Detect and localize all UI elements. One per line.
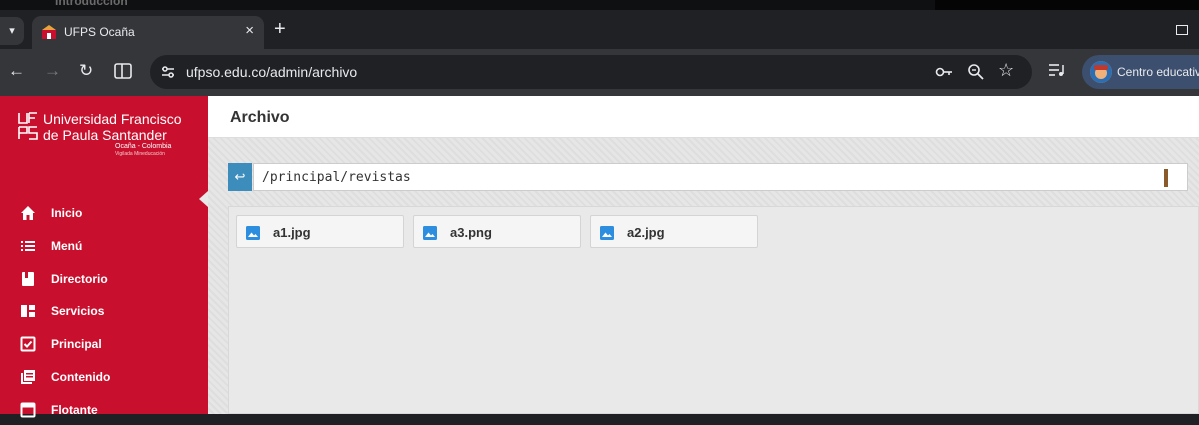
logo-line-4: Vigilada Mineducación	[115, 151, 165, 157]
tab-strip: ▾ UFPS Ocaña × +	[0, 10, 1199, 49]
library-icon	[21, 370, 35, 384]
sidebar: Universidad Francisco de Paula Santander…	[0, 96, 208, 418]
close-icon[interactable]: ×	[245, 22, 254, 39]
university-favicon	[42, 25, 56, 39]
checkbox-icon	[20, 336, 36, 352]
file-item[interactable]: a3.png	[413, 215, 581, 248]
maximize-icon[interactable]	[1176, 25, 1188, 35]
university-logo[interactable]: Universidad Francisco de Paula Santander…	[17, 111, 197, 159]
forward-icon[interactable]: →	[44, 61, 61, 81]
file-name: a1.jpg	[273, 225, 311, 240]
sidebar-item-label: Menú	[51, 239, 83, 253]
back-icon[interactable]: ←	[8, 61, 25, 81]
background-window-strip: Introducción	[0, 0, 1199, 10]
sidebar-item-label: Principal	[51, 337, 102, 351]
main-content: Archivo ↩ a1.jpg a3.png a2.jpg	[208, 96, 1199, 414]
sidebar-item-menu[interactable]: Menú	[0, 231, 208, 261]
file-item[interactable]: a2.jpg	[590, 215, 758, 248]
tab-active[interactable]: UFPS Ocaña ×	[32, 16, 264, 49]
reload-icon[interactable]: ↻	[79, 61, 93, 81]
return-button[interactable]: ↩	[228, 163, 252, 191]
sidebar-item-directorio[interactable]: Directorio	[0, 264, 208, 294]
sidebar-item-flotante[interactable]: Flotante	[0, 395, 208, 425]
profile-button[interactable]: Centro educativ	[1082, 55, 1199, 89]
page-title: Archivo	[230, 109, 290, 126]
plus-icon[interactable]: +	[274, 18, 286, 41]
url-text: ufpso.edu.co/admin/archivo	[186, 64, 358, 80]
image-icon	[600, 226, 614, 240]
path-input[interactable]	[253, 163, 1188, 191]
image-icon	[423, 226, 437, 240]
tab-title: UFPS Ocaña	[64, 25, 135, 39]
key-icon[interactable]	[934, 62, 954, 82]
sidebar-item-label: Contenido	[51, 370, 111, 384]
page-header: Archivo	[208, 96, 1199, 138]
media-queue-icon[interactable]	[1048, 62, 1066, 78]
tab-search-icon[interactable]: ▾	[0, 17, 24, 45]
sidebar-item-label: Directorio	[51, 272, 108, 286]
split-view-icon[interactable]	[114, 63, 132, 79]
sidebar-item-label: Flotante	[51, 403, 98, 417]
star-icon[interactable]: ☆	[998, 60, 1018, 80]
logo-line-2: de Paula Santander	[43, 127, 167, 143]
file-list: a1.jpg a3.png a2.jpg	[228, 206, 1199, 414]
file-name: a2.jpg	[627, 225, 665, 240]
profile-label: Centro educativ	[1117, 65, 1199, 79]
background-window-dark	[935, 0, 1199, 10]
image-icon	[246, 226, 260, 240]
book-icon	[22, 272, 34, 286]
sidebar-item-label: Servicios	[51, 304, 105, 318]
dashboard-icon	[21, 305, 35, 317]
file-item[interactable]: a1.jpg	[236, 215, 404, 248]
sidebar-item-principal[interactable]: Principal	[0, 329, 208, 359]
logo-line-3: Ocaña - Colombia	[115, 143, 172, 150]
window-icon	[20, 402, 36, 418]
file-name: a3.png	[450, 225, 492, 240]
browser-toolbar: ← → ↻ ufpso.edu.co/admin/archivo ☆ Centr…	[0, 49, 1199, 96]
path-bar: ↩	[228, 163, 1188, 191]
avatar	[1090, 61, 1112, 83]
sidebar-item-inicio[interactable]: Inicio	[0, 198, 208, 228]
address-bar[interactable]: ufpso.edu.co/admin/archivo ☆	[150, 55, 1032, 89]
sidebar-item-label: Inicio	[51, 206, 83, 220]
sidebar-item-servicios[interactable]: Servicios	[0, 296, 208, 326]
zoom-icon[interactable]	[966, 62, 986, 82]
logo-line-1: Universidad Francisco	[43, 111, 182, 127]
list-icon	[21, 241, 35, 251]
background-window-text: Introducción	[55, 0, 128, 8]
sidebar-item-contenido[interactable]: Contenido	[0, 362, 208, 392]
path-bar-edge	[1164, 169, 1168, 187]
home-icon	[21, 206, 35, 220]
site-info-icon[interactable]	[158, 62, 178, 82]
